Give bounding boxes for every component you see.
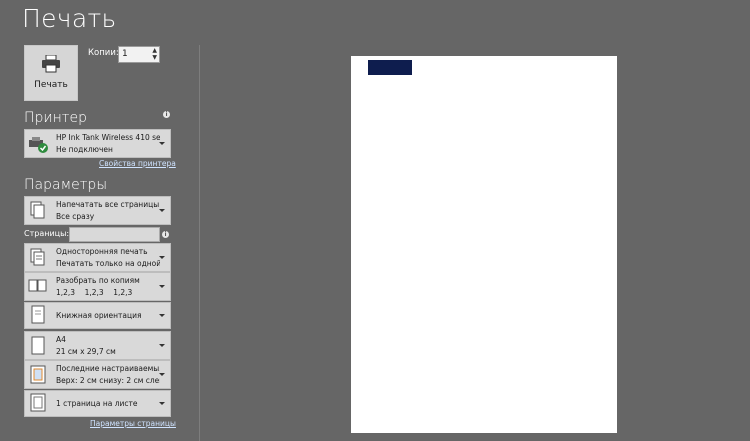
- chevron-down-icon: [159, 209, 165, 212]
- paper-size-line2: 21 см x 29,7 см: [56, 347, 116, 356]
- orientation-label: Книжная ориентация: [56, 311, 142, 320]
- params-section-title: Параметры: [24, 177, 108, 193]
- margins-select[interactable]: Последние настраиваемы... Верх: 2 см сни…: [24, 360, 171, 389]
- print-range-line1: Напечатать все страницы: [56, 200, 160, 209]
- collate-icon: [28, 279, 47, 292]
- printer-status: Не подключен: [56, 145, 113, 154]
- chevron-down-icon: [159, 256, 165, 259]
- paper-size-icon: [31, 336, 45, 355]
- sides-select[interactable]: Односторонняя печать Печатать только на …: [24, 243, 171, 272]
- chevron-down-icon: [159, 285, 165, 288]
- chevron-down-icon: [159, 314, 165, 317]
- portrait-page-icon: [31, 305, 45, 324]
- margins-line2: Верх: 2 см снизу: 2 см слев...: [56, 376, 160, 385]
- page-title: Печать: [22, 4, 117, 33]
- printer-icon: [42, 55, 60, 73]
- pages-per-sheet-icon: [30, 393, 46, 412]
- collate-line2: 1,2,3 1,2,3 1,2,3: [56, 288, 133, 297]
- copies-stepper[interactable]: 1 ▲ ▼: [118, 46, 160, 63]
- pages-label: Страницы:: [24, 229, 70, 238]
- print-range-line2: Все сразу: [56, 212, 95, 221]
- collate-line1: Разобрать по копиям: [56, 276, 140, 285]
- print-button-label: Печать: [34, 80, 68, 90]
- printer-properties-link[interactable]: Свойства принтера: [99, 159, 176, 168]
- one-sided-icon: [30, 248, 45, 266]
- margins-icon: [30, 365, 46, 384]
- stepper-arrows-icon[interactable]: ▲ ▼: [152, 47, 157, 61]
- pages-per-sheet-select[interactable]: 1 страница на листе: [24, 390, 171, 417]
- page-setup-link[interactable]: Параметры страницы: [90, 419, 176, 428]
- orientation-select[interactable]: Книжная ориентация: [24, 302, 171, 329]
- printer-section-title: Принтер: [24, 110, 87, 126]
- printer-name: HP Ink Tank Wireless 410 series: [56, 133, 160, 142]
- chevron-down-icon: [159, 142, 165, 145]
- preview-header-block: [368, 60, 412, 75]
- paper-size-select[interactable]: А4 21 см x 29,7 см: [24, 331, 171, 360]
- pages-input[interactable]: [69, 227, 160, 242]
- print-button[interactable]: Печать: [24, 45, 78, 101]
- chevron-down-icon: [159, 344, 165, 347]
- margins-line1: Последние настраиваемы...: [56, 364, 160, 373]
- printer-status-icon: [29, 137, 48, 153]
- info-icon[interactable]: i: [163, 111, 170, 118]
- panel-divider: [199, 45, 200, 441]
- sides-line1: Односторонняя печать: [56, 247, 148, 256]
- collate-select[interactable]: Разобрать по копиям 1,2,3 1,2,3 1,2,3: [24, 272, 171, 301]
- printer-select[interactable]: HP Ink Tank Wireless 410 series Не подкл…: [24, 129, 171, 158]
- pages-icon: [30, 201, 45, 219]
- print-preview-page: [351, 56, 617, 433]
- sides-line2: Печатать только на одной...: [56, 259, 160, 268]
- print-range-select[interactable]: Напечатать все страницы Все сразу: [24, 196, 171, 225]
- chevron-down-icon: [159, 373, 165, 376]
- copies-value: 1: [122, 49, 128, 59]
- copies-label: Копии:: [88, 48, 119, 58]
- pages-per-sheet-label: 1 страница на листе: [56, 399, 138, 408]
- paper-size-line1: А4: [56, 335, 66, 344]
- info-icon[interactable]: i: [162, 231, 169, 238]
- chevron-down-icon: [159, 402, 165, 405]
